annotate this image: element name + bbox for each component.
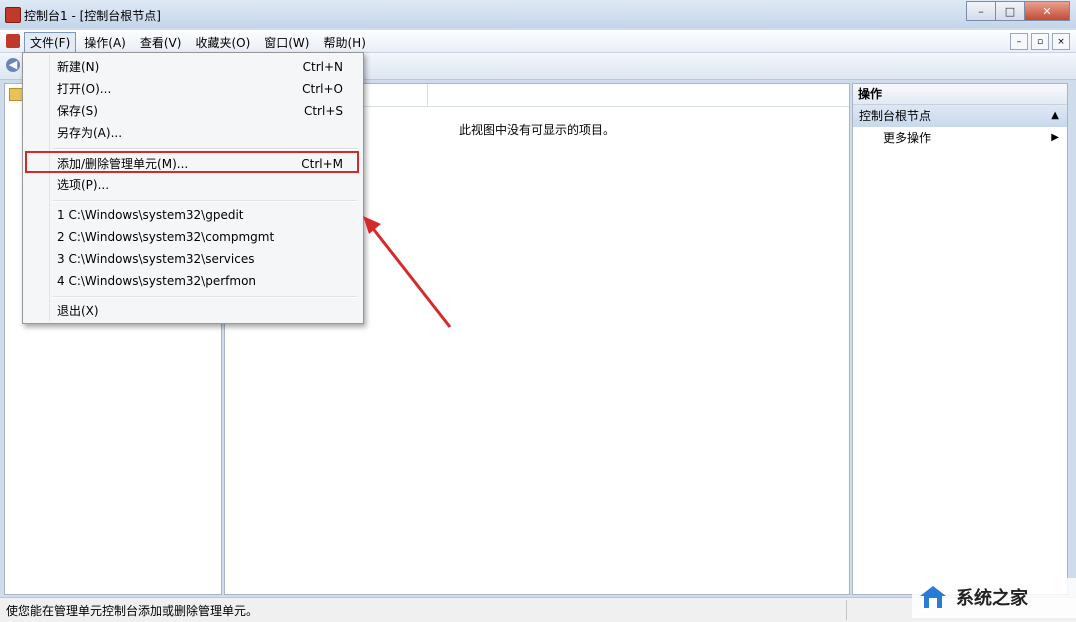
- menu-separator: [53, 296, 357, 298]
- empty-view-message: 此视图中没有可显示的项目。: [459, 123, 616, 137]
- menu-item-recent-4[interactable]: 4 C:\Windows\system32\perfmon: [25, 270, 359, 292]
- mdi-minimize-button[interactable]: –: [1010, 33, 1028, 50]
- menu-help[interactable]: 帮助(H): [317, 32, 371, 54]
- menu-item-save[interactable]: 保存(S) Ctrl+S: [25, 100, 359, 122]
- menu-separator: [53, 148, 357, 150]
- menu-item-options[interactable]: 选项(P)...: [25, 174, 359, 196]
- title-bar: 控制台1 - [控制台根节点] – □ ✕: [0, 0, 1076, 28]
- menu-item-shortcut: Ctrl+S: [303, 104, 343, 118]
- mdi-close-button[interactable]: ×: [1052, 33, 1070, 50]
- close-button[interactable]: ✕: [1024, 1, 1070, 21]
- menu-list: 文件(F) 操作(A) 查看(V) 收藏夹(O) 窗口(W) 帮助(H): [24, 32, 374, 54]
- annotation-arrow-icon: [363, 216, 452, 328]
- menu-item-shortcut: Ctrl+O: [302, 82, 343, 96]
- menu-item-label: 另存为(A)...: [57, 126, 123, 140]
- menu-item-label: 2 C:\Windows\system32\compmgmt: [57, 230, 275, 244]
- more-actions-label: 更多操作: [883, 131, 932, 145]
- menu-item-save-as[interactable]: 另存为(A)...: [25, 122, 359, 144]
- submenu-arrow-icon: ▶: [1051, 132, 1059, 143]
- menu-favorites[interactable]: 收藏夹(O): [189, 32, 256, 54]
- menu-item-recent-3[interactable]: 3 C:\Windows\system32\services: [25, 248, 359, 270]
- menu-item-shortcut: Ctrl+N: [302, 60, 343, 74]
- menu-action[interactable]: 操作(A): [78, 32, 132, 54]
- menu-view[interactable]: 查看(V): [134, 32, 188, 54]
- status-text: 使您能在管理单元控制台添加或删除管理单元。: [6, 604, 259, 618]
- actions-header: 操作: [853, 84, 1067, 105]
- menu-item-label: 添加/删除管理单元(M)...: [57, 157, 189, 171]
- collapse-up-icon[interactable]: ▲: [1051, 105, 1059, 127]
- menu-item-add-remove-snapin[interactable]: 添加/删除管理单元(M)... Ctrl+M: [25, 151, 359, 173]
- maximize-button[interactable]: □: [995, 1, 1025, 21]
- watermark-text: 系统之家: [956, 588, 1028, 609]
- menu-item-label: 新建(N): [57, 60, 100, 74]
- menu-item-recent-1[interactable]: 1 C:\Windows\system32\gpedit: [25, 204, 359, 226]
- menu-item-recent-2[interactable]: 2 C:\Windows\system32\compmgmt: [25, 226, 359, 248]
- menu-item-label: 1 C:\Windows\system32\gpedit: [57, 208, 244, 222]
- mmc-app-icon[interactable]: [5, 7, 21, 23]
- house-logo-icon: [920, 586, 946, 608]
- window-controls: – □ ✕: [966, 1, 1070, 21]
- actions-section-root[interactable]: 控制台根节点 ▲: [853, 105, 1067, 127]
- back-arrow-icon[interactable]: ◀: [6, 58, 20, 72]
- mdi-controls: – ▫ ×: [1007, 33, 1070, 50]
- column-divider[interactable]: [427, 84, 428, 106]
- menu-item-shortcut: Ctrl+M: [301, 157, 343, 171]
- window-title: 控制台1 - [控制台根节点]: [24, 9, 161, 23]
- menu-item-label: 3 C:\Windows\system32\services: [57, 252, 255, 266]
- menu-item-exit[interactable]: 退出(X): [25, 300, 359, 322]
- console-doc-icon[interactable]: [6, 34, 20, 48]
- menu-item-label: 保存(S): [57, 104, 98, 118]
- menu-item-open[interactable]: 打开(O)... Ctrl+O: [25, 78, 359, 100]
- menu-window[interactable]: 窗口(W): [258, 32, 315, 54]
- mdi-restore-button[interactable]: ▫: [1031, 33, 1049, 50]
- menu-item-label: 选项(P)...: [57, 178, 110, 192]
- menu-item-label: 4 C:\Windows\system32\perfmon: [57, 274, 257, 288]
- watermark: 系统之家: [912, 578, 1076, 618]
- menu-item-label: 退出(X): [57, 304, 99, 318]
- menu-item-label: 打开(O)...: [57, 82, 112, 96]
- menu-file[interactable]: 文件(F): [24, 32, 77, 54]
- actions-section-label: 控制台根节点: [859, 109, 932, 123]
- menu-item-new[interactable]: 新建(N) Ctrl+N: [25, 56, 359, 78]
- minimize-button[interactable]: –: [966, 1, 996, 21]
- more-actions-item[interactable]: 更多操作 ▶: [853, 127, 1067, 149]
- actions-pane: 操作 控制台根节点 ▲ 更多操作 ▶: [852, 83, 1068, 595]
- menu-bar: 文件(F) 操作(A) 查看(V) 收藏夹(O) 窗口(W) 帮助(H) – ▫…: [0, 30, 1076, 54]
- menu-separator: [53, 200, 357, 202]
- status-divider: [846, 600, 847, 620]
- file-menu-dropdown: 新建(N) Ctrl+N 打开(O)... Ctrl+O 保存(S) Ctrl+…: [22, 52, 364, 324]
